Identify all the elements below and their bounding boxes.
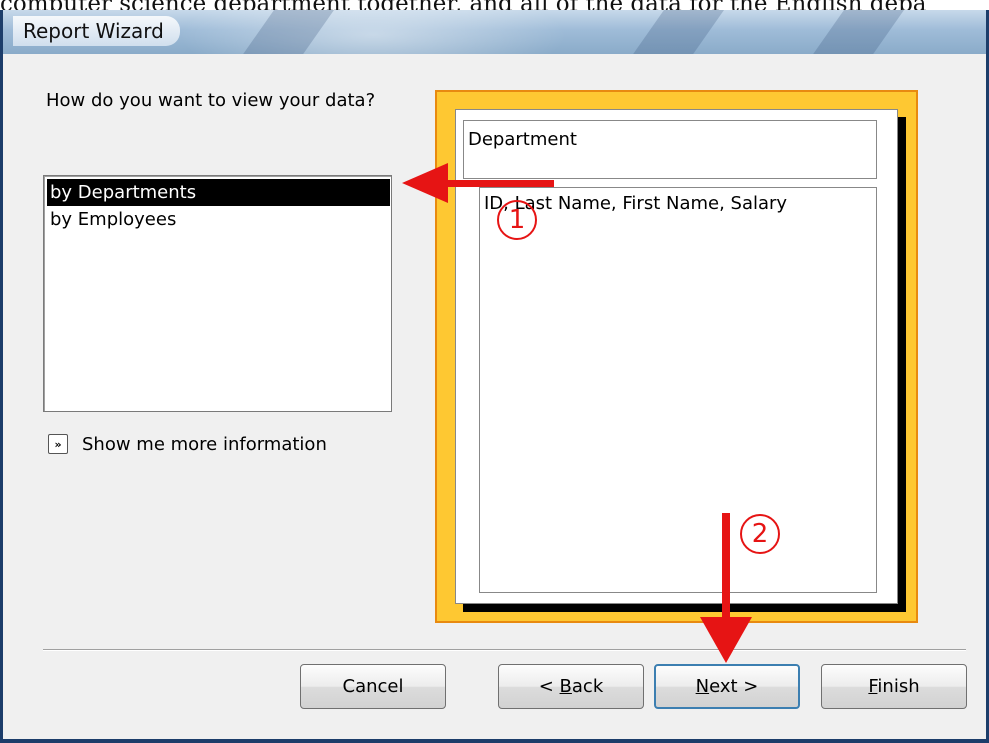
next-rest: ext > bbox=[709, 676, 759, 697]
annotation-step-2: 2 bbox=[740, 514, 780, 554]
annotation-step-1: 1 bbox=[497, 200, 537, 240]
finish-rest: inish bbox=[877, 676, 920, 697]
double-chevron-right-icon[interactable]: » bbox=[48, 434, 68, 454]
title-bar: Report Wizard bbox=[3, 10, 986, 54]
button-separator bbox=[43, 649, 966, 651]
finish-button[interactable]: Finish bbox=[821, 664, 967, 709]
back-rest: ack bbox=[571, 676, 604, 697]
back-prefix: < bbox=[538, 676, 560, 697]
title-bar-streak bbox=[621, 10, 725, 54]
view-question: How do you want to view your data? bbox=[46, 90, 376, 111]
report-wizard-window: Report Wizard How do you want to view yo… bbox=[0, 10, 989, 743]
wizard-body: How do you want to view your data? by De… bbox=[3, 54, 986, 739]
show-more-information[interactable]: » Show me more information bbox=[48, 432, 327, 456]
group-header-label: Department bbox=[468, 129, 577, 150]
more-info-label[interactable]: Show me more information bbox=[82, 434, 327, 455]
next-access-key: N bbox=[695, 676, 710, 697]
back-button[interactable]: < Back bbox=[498, 664, 644, 709]
detail-fields-box: ID, Last Name, First Name, Salary bbox=[479, 187, 877, 593]
next-button[interactable]: Next > bbox=[654, 664, 800, 709]
view-options-list[interactable]: by Departments by Employees bbox=[43, 175, 392, 412]
back-access-key: B bbox=[559, 676, 572, 697]
title-bar-streak bbox=[801, 10, 905, 54]
cancel-button[interactable]: Cancel bbox=[300, 664, 446, 709]
arrow-1-shaft bbox=[440, 180, 554, 187]
title-bar-glare bbox=[163, 10, 583, 54]
cancel-label: Cancel bbox=[342, 676, 404, 697]
arrow-left-icon bbox=[402, 163, 448, 203]
list-item-by-employees[interactable]: by Employees bbox=[47, 206, 390, 233]
arrow-down-icon bbox=[700, 617, 752, 663]
window-title: Report Wizard bbox=[13, 16, 180, 46]
list-item-by-departments[interactable]: by Departments bbox=[47, 179, 390, 206]
arrow-2-shaft bbox=[722, 513, 730, 623]
group-header-box: Department bbox=[463, 120, 877, 179]
